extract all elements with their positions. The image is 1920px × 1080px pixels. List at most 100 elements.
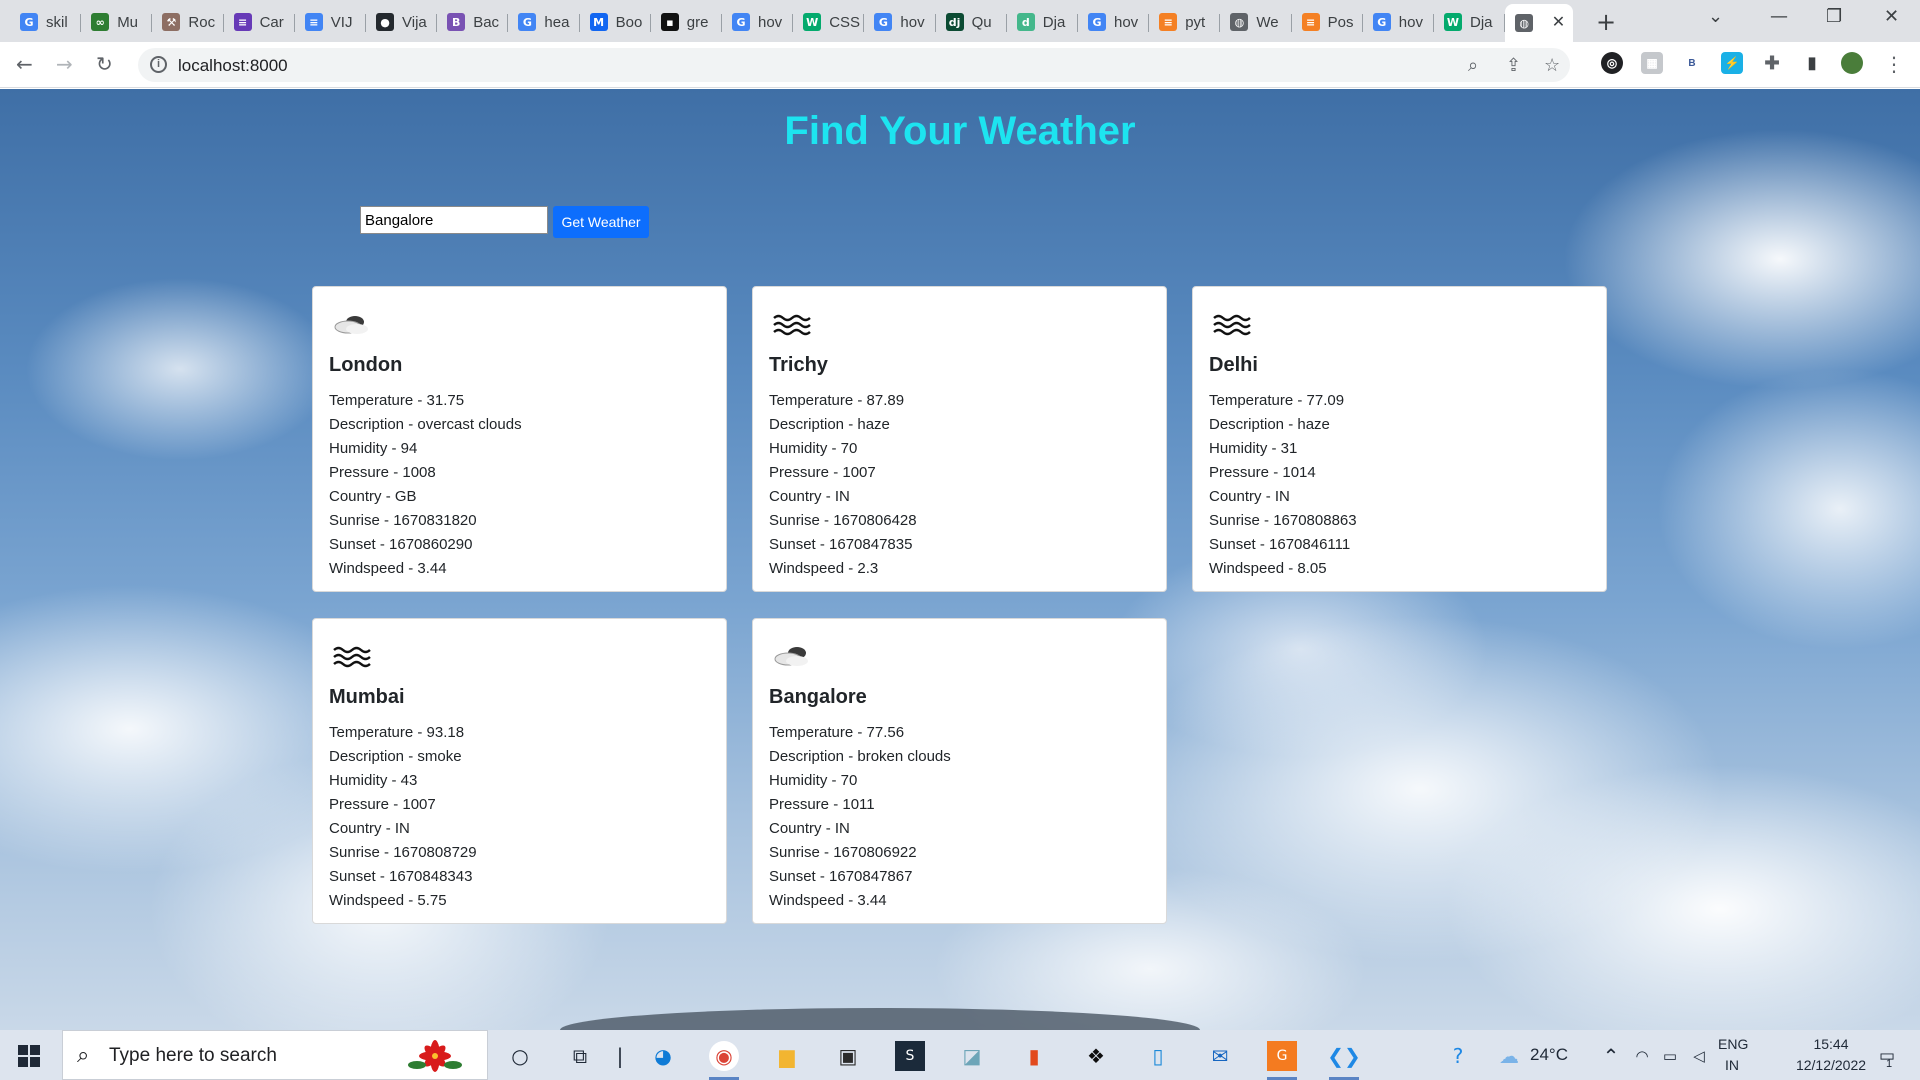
- office-icon[interactable]: ▮: [1019, 1041, 1049, 1071]
- browser-tab[interactable]: ≡ Pos: [1292, 6, 1363, 38]
- side-panel-icon[interactable]: ▮: [1801, 52, 1823, 74]
- windows-start-button[interactable]: [18, 1045, 40, 1067]
- background-mountains: [560, 1008, 1200, 1030]
- app-g-icon[interactable]: G: [1267, 1041, 1297, 1071]
- bookmark-star-icon[interactable]: ☆: [1544, 55, 1560, 76]
- extension-b-icon[interactable]: B: [1681, 52, 1703, 74]
- glasses-icon: ∞: [91, 13, 110, 31]
- browser-tab[interactable]: d Dja: [1007, 6, 1078, 38]
- humidity-text: Humidity - 31: [1209, 440, 1298, 457]
- reload-button[interactable]: ↻: [96, 52, 113, 76]
- browser-tab[interactable]: ● Vija: [366, 6, 438, 38]
- sunset-text: Sunset - 1670847867: [769, 868, 913, 885]
- browser-tab[interactable]: dj Qu: [936, 6, 1007, 38]
- profile-avatar[interactable]: [1841, 52, 1863, 74]
- tab-title: Roc: [188, 13, 216, 31]
- help-icon[interactable]: ?: [1443, 1041, 1473, 1071]
- description-text: Description - smoke: [329, 748, 462, 765]
- browser-tab[interactable]: Ghov: [722, 6, 794, 38]
- app-s-icon[interactable]: S: [895, 1041, 925, 1071]
- browser-tab[interactable]: Ghov: [1078, 6, 1150, 38]
- clock-time[interactable]: 15:44: [1788, 1036, 1874, 1052]
- app-book-icon[interactable]: ◪: [957, 1041, 987, 1071]
- language-code[interactable]: ENG: [1718, 1036, 1748, 1052]
- google-icon: G: [20, 13, 38, 31]
- country-text: Country - IN: [769, 488, 850, 505]
- extension-sync-icon[interactable]: ◎: [1601, 52, 1623, 74]
- taskbar-search-box[interactable]: ⌕ Type here to search: [62, 1030, 488, 1080]
- browser-tab[interactable]: W CSS: [793, 6, 865, 38]
- tab-title: VIJ: [330, 13, 353, 31]
- bootstrap-icon: B: [447, 13, 466, 31]
- network-icon[interactable]: ◠: [1627, 1041, 1657, 1071]
- get-weather-button[interactable]: Get Weather: [553, 206, 649, 238]
- sunrise-text: Sunrise - 1670806922: [769, 844, 917, 861]
- task-view-icon[interactable]: ⧉: [565, 1041, 595, 1071]
- extension-puzzle-grey-icon[interactable]: ▦: [1641, 52, 1663, 74]
- tab-title: skil: [46, 13, 68, 31]
- weather-card-delhi: Delhi Temperature - 77.09 Description - …: [1192, 286, 1607, 592]
- broken-clouds-icon: [774, 647, 808, 666]
- mdb-icon: M: [589, 13, 608, 31]
- humidity-text: Humidity - 43: [329, 772, 418, 789]
- clock-date[interactable]: 12/12/2022: [1788, 1057, 1874, 1073]
- browser-tab[interactable]: Ghea: [508, 6, 580, 38]
- browser-tab[interactable]: B Bac: [437, 6, 509, 38]
- minimize-button[interactable]: —: [1770, 6, 1788, 27]
- browser-tab[interactable]: ◍ We: [1220, 6, 1292, 38]
- extension-lightning-icon[interactable]: ⚡: [1721, 52, 1743, 74]
- url-text[interactable]: localhost:8000: [178, 56, 288, 76]
- search-icon: ⌕: [77, 1043, 90, 1068]
- weather-cloud-icon[interactable]: ☁: [1494, 1041, 1524, 1071]
- cortana-icon[interactable]: ○: [505, 1041, 535, 1071]
- zoom-icon[interactable]: ⌕: [1468, 55, 1478, 76]
- tab-title: hea: [544, 13, 570, 31]
- back-button[interactable]: ←: [16, 52, 33, 76]
- forward-button[interactable]: →: [56, 52, 73, 76]
- browser-tab[interactable]: M Boo: [580, 6, 651, 38]
- tab-title: Dja: [1470, 13, 1493, 31]
- city-search-input[interactable]: [360, 206, 548, 234]
- file-explorer-icon[interactable]: ▆: [772, 1041, 802, 1071]
- hammer-icon: ⚒: [162, 13, 181, 31]
- browser-tab[interactable]: Gskil: [10, 6, 82, 38]
- menu-kebab-icon[interactable]: ⋮: [1884, 52, 1904, 76]
- store-icon[interactable]: ▣: [833, 1041, 863, 1071]
- tray-chevron-up-icon[interactable]: ⌃: [1596, 1041, 1626, 1071]
- address-bar[interactable]: i localhost:8000 ⌕ ⇪ ☆: [138, 48, 1570, 82]
- extensions-puzzle-icon[interactable]: ✚: [1761, 52, 1783, 74]
- browser-tab[interactable]: ∞ Mu: [81, 6, 153, 38]
- volume-muted-icon[interactable]: ◁: [1684, 1041, 1714, 1071]
- edge-icon[interactable]: ◕: [648, 1041, 678, 1071]
- country-text: Country - IN: [769, 820, 850, 837]
- battery-icon[interactable]: ▭: [1655, 1041, 1685, 1071]
- close-window-button[interactable]: ✕: [1884, 6, 1899, 27]
- browser-tab-active[interactable]: ◍ ✕: [1505, 4, 1574, 42]
- dropbox-icon[interactable]: ❖: [1081, 1041, 1111, 1071]
- mail-icon[interactable]: ✉: [1205, 1041, 1235, 1071]
- notification-count: 1: [1886, 1058, 1893, 1070]
- temperature-text: Temperature - 31.75: [329, 392, 465, 409]
- weather-card-bangalore: Bangalore Temperature - 77.56 Descriptio…: [752, 618, 1167, 924]
- tab-search-chevron-icon[interactable]: ⌄: [1708, 6, 1723, 27]
- browser-tab[interactable]: Ghov: [864, 6, 936, 38]
- browser-tab[interactable]: ▪ gre: [651, 6, 722, 38]
- browser-tab[interactable]: ≡ Car: [224, 6, 295, 38]
- language-region[interactable]: IN: [1725, 1057, 1739, 1073]
- phone-icon[interactable]: ▯: [1143, 1041, 1173, 1071]
- browser-tab[interactable]: ⚒ Roc: [152, 6, 224, 38]
- browser-tab[interactable]: W Dja: [1434, 6, 1506, 38]
- weather-temperature[interactable]: 24°C: [1530, 1045, 1568, 1065]
- vscode-icon[interactable]: ❮❯: [1327, 1041, 1361, 1071]
- share-icon[interactable]: ⇪: [1506, 55, 1521, 76]
- new-tab-button[interactable]: +: [1596, 8, 1616, 36]
- browser-tab[interactable]: Ghov: [1363, 6, 1434, 38]
- chrome-icon[interactable]: ◉: [709, 1041, 739, 1071]
- browser-tab[interactable]: ≡ pyt: [1149, 6, 1221, 38]
- globe-icon: ◍: [1230, 13, 1249, 31]
- close-tab-icon[interactable]: ✕: [1552, 12, 1565, 32]
- google-icon: G: [1088, 13, 1106, 31]
- site-info-icon[interactable]: i: [150, 56, 167, 73]
- restore-button[interactable]: ❐: [1826, 6, 1842, 27]
- browser-tab[interactable]: ≡ VIJ: [295, 6, 366, 38]
